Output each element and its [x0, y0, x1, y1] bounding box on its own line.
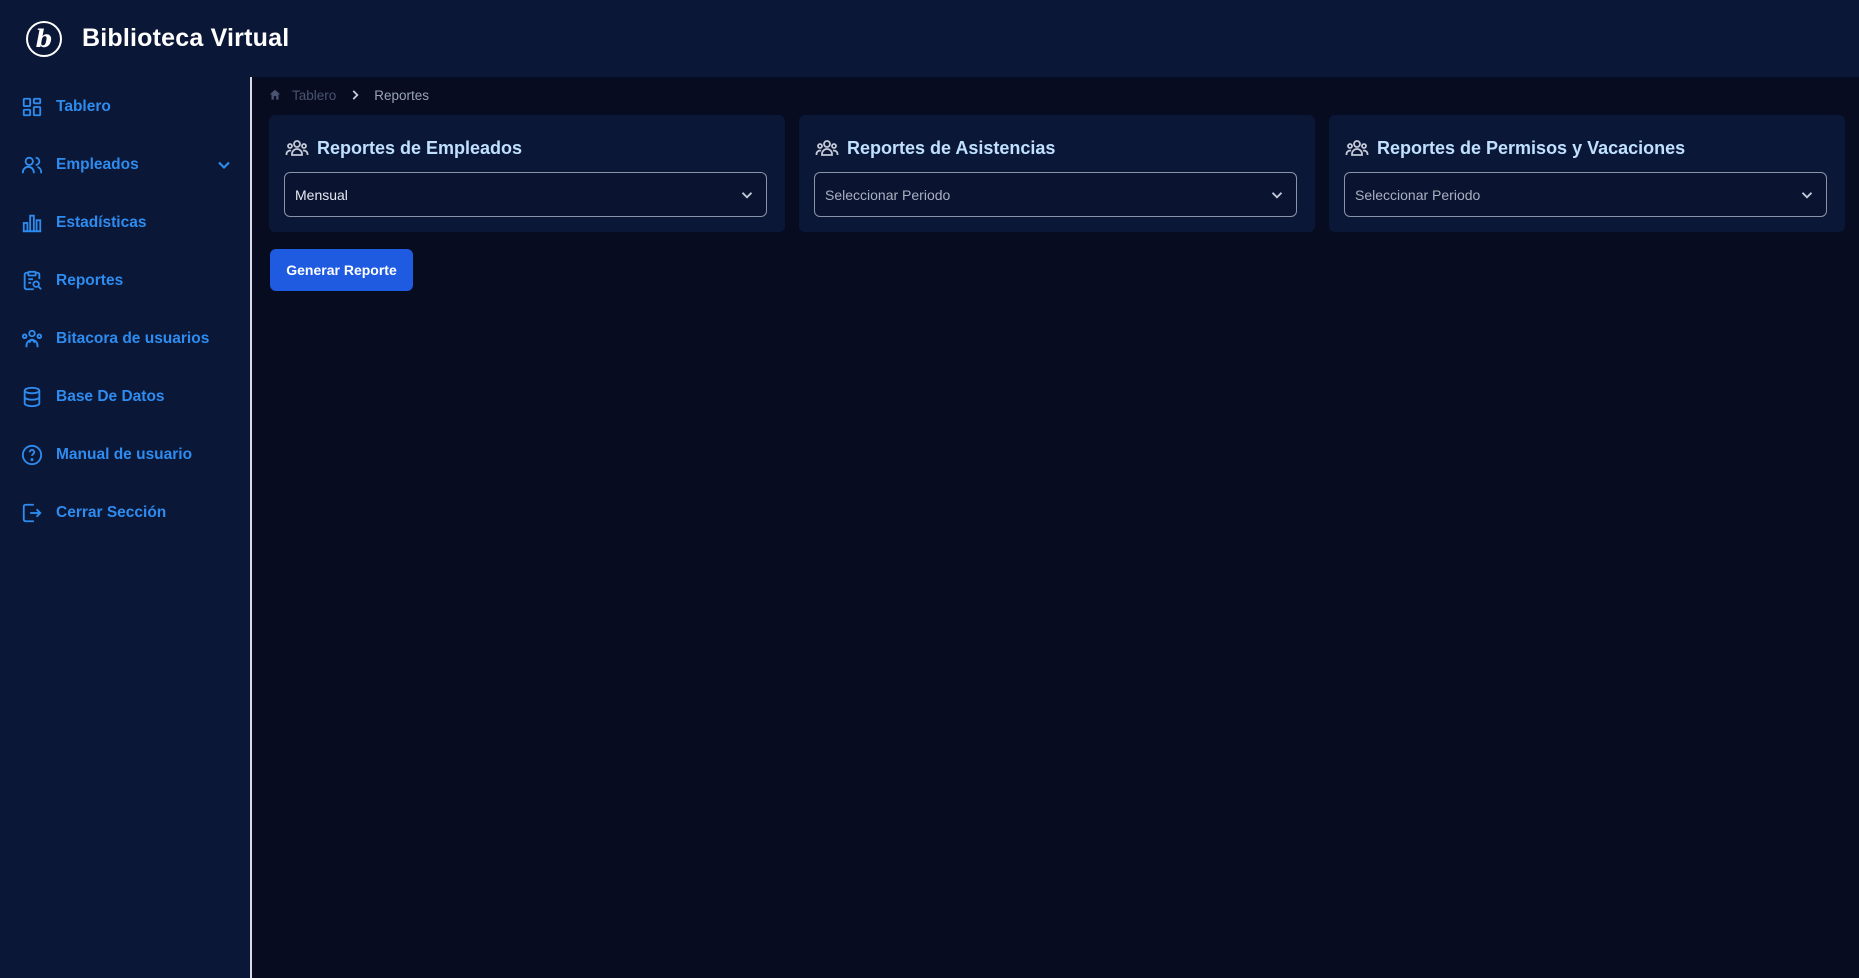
card-title: Reportes de Empleados [317, 137, 523, 158]
period-select-permisos[interactable]: Seleccionar Periodo [1344, 172, 1827, 217]
card-header: Reportes de Empleados [285, 135, 522, 161]
sidebar-item-estadisticas[interactable]: Estadísticas [0, 201, 250, 245]
users-icon [20, 153, 44, 177]
user-log-icon [20, 327, 44, 351]
dashboard-icon [20, 95, 44, 119]
sidebar-item-label: Manual de usuario [56, 446, 193, 463]
users-group-icon [285, 136, 309, 160]
select-value: Mensual [295, 186, 348, 203]
help-circle-icon [20, 443, 44, 467]
select-placeholder: Seleccionar Periodo [1355, 186, 1481, 203]
sidebar-item-label: Reportes [56, 272, 124, 289]
generate-report-button[interactable]: Generar Reporte [270, 249, 413, 291]
bar-chart-icon [20, 211, 44, 235]
svg-text:b: b [36, 24, 53, 53]
sidebar-item-reportes[interactable]: Reportes [0, 259, 250, 303]
card-header: Reportes de Permisos y Vacaciones [1345, 135, 1685, 161]
card-header: Reportes de Asistencias [815, 135, 1055, 161]
sidebar-item-bitacora[interactable]: Bitacora de usuarios [0, 317, 250, 361]
sidebar-item-label: Tablero [56, 98, 111, 115]
logout-icon [20, 501, 44, 525]
sidebar-item-label: Bitacora de usuarios [56, 330, 210, 347]
sidebar-item-cerrar-sesion[interactable]: Cerrar Sección [0, 491, 250, 535]
chevron-down-icon [1798, 186, 1816, 204]
breadcrumb: Tablero Reportes [268, 85, 429, 105]
app-title: Biblioteca Virtual [82, 24, 290, 52]
sidebar-item-tablero[interactable]: Tablero [0, 85, 250, 129]
chevron-down-icon [738, 186, 756, 204]
main-content: Tablero Reportes Reportes de Empleados M… [254, 77, 1859, 978]
card-title: Reportes de Permisos y Vacaciones [1377, 137, 1686, 158]
sidebar-item-manual[interactable]: Manual de usuario [0, 433, 250, 477]
database-icon [20, 385, 44, 409]
users-group-icon [1345, 136, 1369, 160]
sidebar-item-label: Estadísticas [56, 214, 147, 231]
select-placeholder: Seleccionar Periodo [825, 186, 951, 203]
app-logo-icon[interactable]: b [24, 19, 64, 59]
sidebar-item-base-de-datos[interactable]: Base De Datos [0, 375, 250, 419]
period-select-asistencias[interactable]: Seleccionar Periodo [814, 172, 1297, 217]
chevron-down-icon [1268, 186, 1286, 204]
period-select-empleados[interactable]: Mensual [284, 172, 767, 217]
sidebar-item-empleados[interactable]: Empleados [0, 143, 250, 187]
card-title: Reportes de Asistencias [847, 137, 1056, 158]
breadcrumb-link-tablero[interactable]: Tablero [292, 88, 336, 103]
top-bar: b Biblioteca Virtual [0, 0, 1859, 77]
report-search-icon [20, 269, 44, 293]
card-reportes-asistencias: Reportes de Asistencias Seleccionar Peri… [799, 115, 1315, 232]
home-icon[interactable] [268, 88, 282, 102]
users-group-icon [815, 136, 839, 160]
sidebar-item-label: Empleados [56, 156, 139, 173]
sidebar-item-label: Base De Datos [56, 388, 165, 405]
chevron-down-icon[interactable] [214, 155, 234, 175]
breadcrumb-current: Reportes [374, 87, 430, 103]
sidebar: Tablero Empleados Estadísticas Reportes … [0, 77, 252, 978]
card-reportes-permisos-vacaciones: Reportes de Permisos y Vacaciones Selecc… [1329, 115, 1845, 232]
card-reportes-empleados: Reportes de Empleados Mensual [269, 115, 785, 232]
chevron-right-icon [348, 88, 362, 102]
sidebar-item-label: Cerrar Sección [56, 504, 167, 521]
